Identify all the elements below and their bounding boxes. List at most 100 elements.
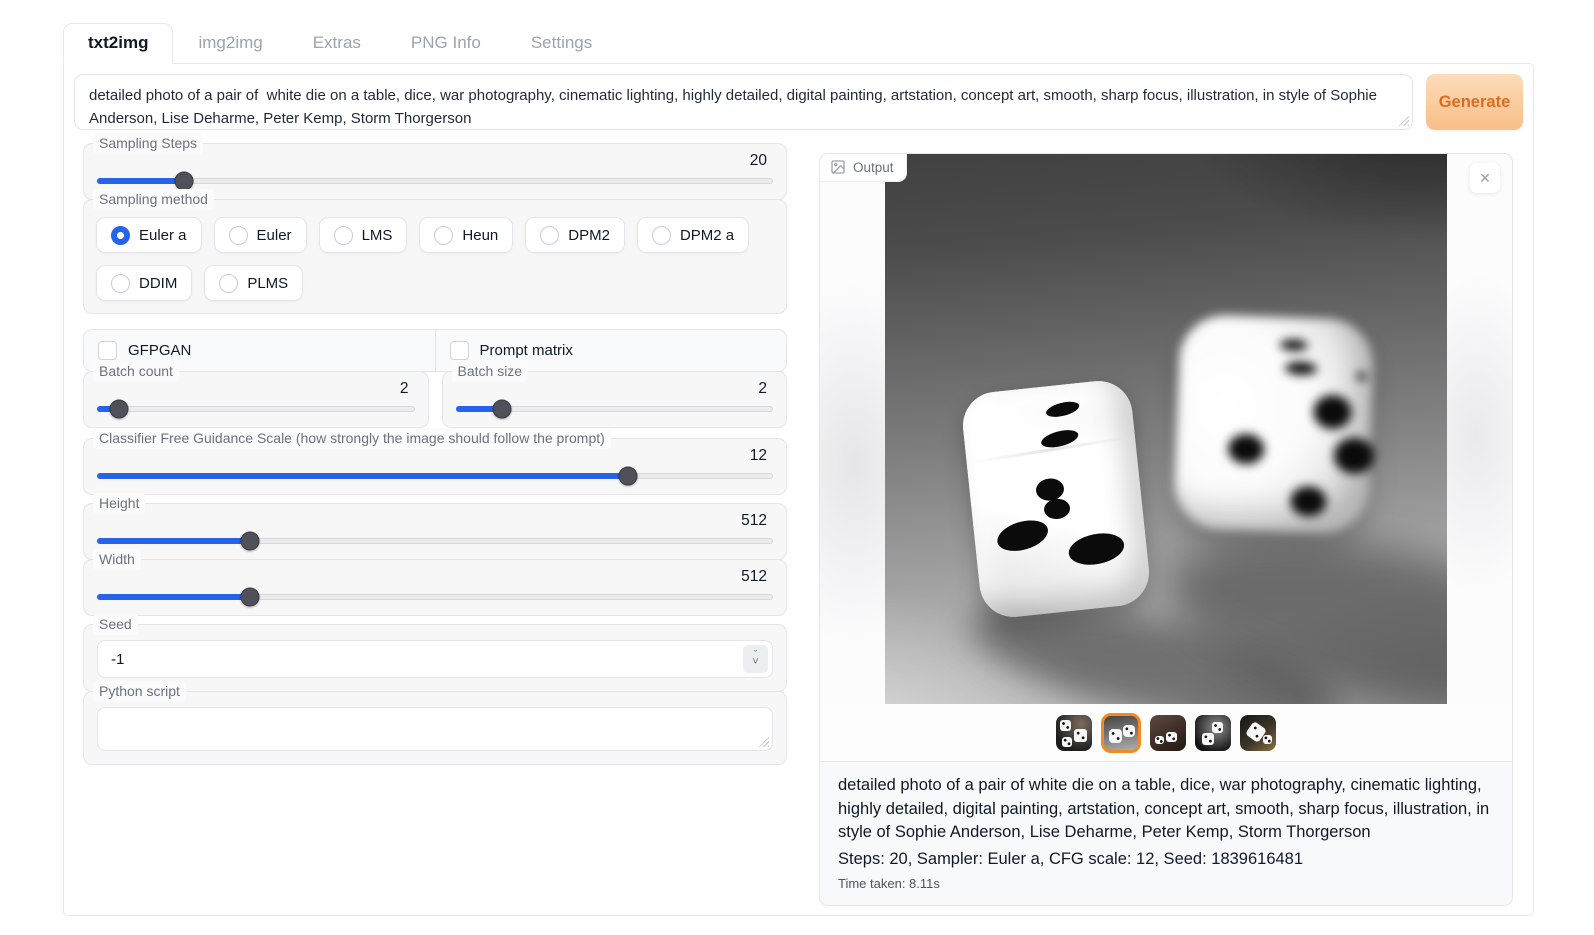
- generation-info: detailed photo of a pair of white die on…: [820, 761, 1512, 905]
- radio-dot: [111, 274, 130, 293]
- radio-lms[interactable]: LMS: [319, 217, 408, 253]
- height-slider[interactable]: [97, 538, 773, 544]
- seed-stepper[interactable]: ˇ ˅: [743, 645, 768, 673]
- batch-size-label: Batch size: [452, 361, 529, 382]
- batch-count-slider[interactable]: [97, 406, 415, 412]
- radio-label: DPM2: [568, 227, 610, 244]
- settings-column: Sampling Steps 20 Sampling method Euler …: [83, 143, 787, 906]
- width-slider[interactable]: [97, 594, 773, 600]
- batch-count-label: Batch count: [93, 361, 179, 382]
- checkbox-box: [450, 341, 469, 360]
- radio-label: DDIM: [139, 275, 177, 292]
- thumbnail-3[interactable]: [1150, 715, 1186, 751]
- tab-png-info[interactable]: PNG Info: [386, 23, 506, 63]
- width-value: 512: [97, 567, 773, 587]
- seed-group: Seed ˇ ˅: [83, 624, 787, 692]
- radio-dot: [540, 226, 559, 245]
- python-script-group: Python script: [83, 691, 787, 765]
- width-group: Width 512: [83, 559, 787, 616]
- slider-thumb[interactable]: [492, 400, 511, 419]
- seed-input[interactable]: [97, 640, 773, 678]
- tab-content-panel: detailed photo of a pair of white die on…: [63, 63, 1534, 916]
- radio-label: Heun: [462, 227, 498, 244]
- thumbnail-2-selected[interactable]: [1101, 713, 1141, 753]
- radio-euler[interactable]: Euler: [214, 217, 307, 253]
- radio-dot: [652, 226, 671, 245]
- caption-params: Steps: 20, Sampler: Euler a, CFG scale: …: [838, 848, 1494, 871]
- radio-dot: [334, 226, 353, 245]
- generated-image[interactable]: [885, 154, 1447, 704]
- radio-heun[interactable]: Heun: [419, 217, 513, 253]
- image-icon: [830, 159, 846, 175]
- gallery-thumbnails: [820, 704, 1512, 761]
- stepper-down-icon[interactable]: ˅: [752, 659, 758, 666]
- radio-dot: [111, 226, 130, 245]
- radio-euler-a[interactable]: Euler a: [96, 217, 202, 253]
- python-script-input[interactable]: [97, 707, 773, 751]
- gallery-stage: Output ✕: [820, 154, 1512, 704]
- checkbox-label: Prompt matrix: [480, 342, 573, 359]
- sampling-steps-slider[interactable]: [97, 178, 773, 184]
- slider-thumb[interactable]: [110, 400, 129, 419]
- close-icon[interactable]: ✕: [1470, 163, 1500, 193]
- cfg-scale-slider[interactable]: [97, 473, 773, 479]
- die-sharp: [960, 378, 1153, 621]
- tab-img2img[interactable]: img2img: [173, 23, 287, 63]
- height-group: Height 512: [83, 503, 787, 560]
- sampling-method-group: Sampling method Euler a Euler LMS: [83, 199, 787, 314]
- radio-label: PLMS: [247, 275, 288, 292]
- radio-dot: [229, 226, 248, 245]
- cfg-scale-value: 12: [97, 446, 773, 466]
- radio-label: DPM2 a: [680, 227, 734, 244]
- radio-ddim[interactable]: DDIM: [96, 265, 192, 301]
- cfg-scale-label: Classifier Free Guidance Scale (how stro…: [93, 428, 611, 449]
- batch-size-slider[interactable]: [456, 406, 774, 412]
- thumbnail-5[interactable]: [1240, 715, 1276, 751]
- radio-dpm2-a[interactable]: DPM2 a: [637, 217, 749, 253]
- tab-settings[interactable]: Settings: [506, 23, 617, 63]
- cfg-scale-group: Classifier Free Guidance Scale (how stro…: [83, 438, 787, 495]
- tab-extras[interactable]: Extras: [288, 23, 386, 63]
- batch-size-value: 2: [456, 379, 774, 399]
- checkbox-box: [98, 341, 117, 360]
- seed-label: Seed: [93, 614, 138, 635]
- slider-fill: [97, 178, 183, 184]
- batch-size-group: Batch size 2: [442, 371, 788, 428]
- generate-button[interactable]: Generate: [1426, 74, 1523, 130]
- radio-dot: [434, 226, 453, 245]
- sampling-steps-label: Sampling Steps: [93, 133, 203, 154]
- caption-time: Time taken: 8.11s: [838, 876, 1494, 891]
- caption-prompt: detailed photo of a pair of white die on…: [838, 774, 1494, 845]
- width-label: Width: [93, 549, 141, 570]
- radio-label: Euler a: [139, 227, 187, 244]
- slider-thumb[interactable]: [241, 532, 260, 551]
- height-value: 512: [97, 511, 773, 531]
- radio-plms[interactable]: PLMS: [204, 265, 303, 301]
- output-label: Output: [820, 154, 907, 182]
- radio-label: Euler: [257, 227, 292, 244]
- radio-dpm2[interactable]: DPM2: [525, 217, 625, 253]
- slider-thumb[interactable]: [241, 588, 260, 607]
- die-blurred: [1173, 314, 1374, 535]
- sampling-method-label: Sampling method: [93, 189, 214, 210]
- python-script-label: Python script: [93, 681, 186, 702]
- sampling-steps-value: 20: [97, 151, 773, 171]
- slider-thumb[interactable]: [618, 467, 637, 486]
- tab-bar: txt2img img2img Extras PNG Info Settings: [63, 23, 1594, 63]
- options-group: GFPGAN Prompt matrix: [83, 329, 787, 372]
- slider-fill: [97, 473, 627, 479]
- thumbnail-4[interactable]: [1195, 715, 1231, 751]
- radio-dot: [219, 274, 238, 293]
- prompt-input[interactable]: detailed photo of a pair of white die on…: [74, 74, 1413, 130]
- output-label-text: Output: [853, 160, 894, 175]
- slider-fill: [97, 538, 249, 544]
- prompt-row: detailed photo of a pair of white die on…: [74, 74, 1523, 130]
- slider-thumb[interactable]: [174, 172, 193, 191]
- tab-txt2img[interactable]: txt2img: [63, 23, 173, 64]
- thumbnail-1[interactable]: [1056, 715, 1092, 751]
- slider-fill: [97, 594, 249, 600]
- checkbox-label: GFPGAN: [128, 342, 191, 359]
- radio-label: LMS: [362, 227, 393, 244]
- batch-count-group: Batch count 2: [83, 371, 429, 428]
- output-panel: Output ✕: [819, 153, 1513, 906]
